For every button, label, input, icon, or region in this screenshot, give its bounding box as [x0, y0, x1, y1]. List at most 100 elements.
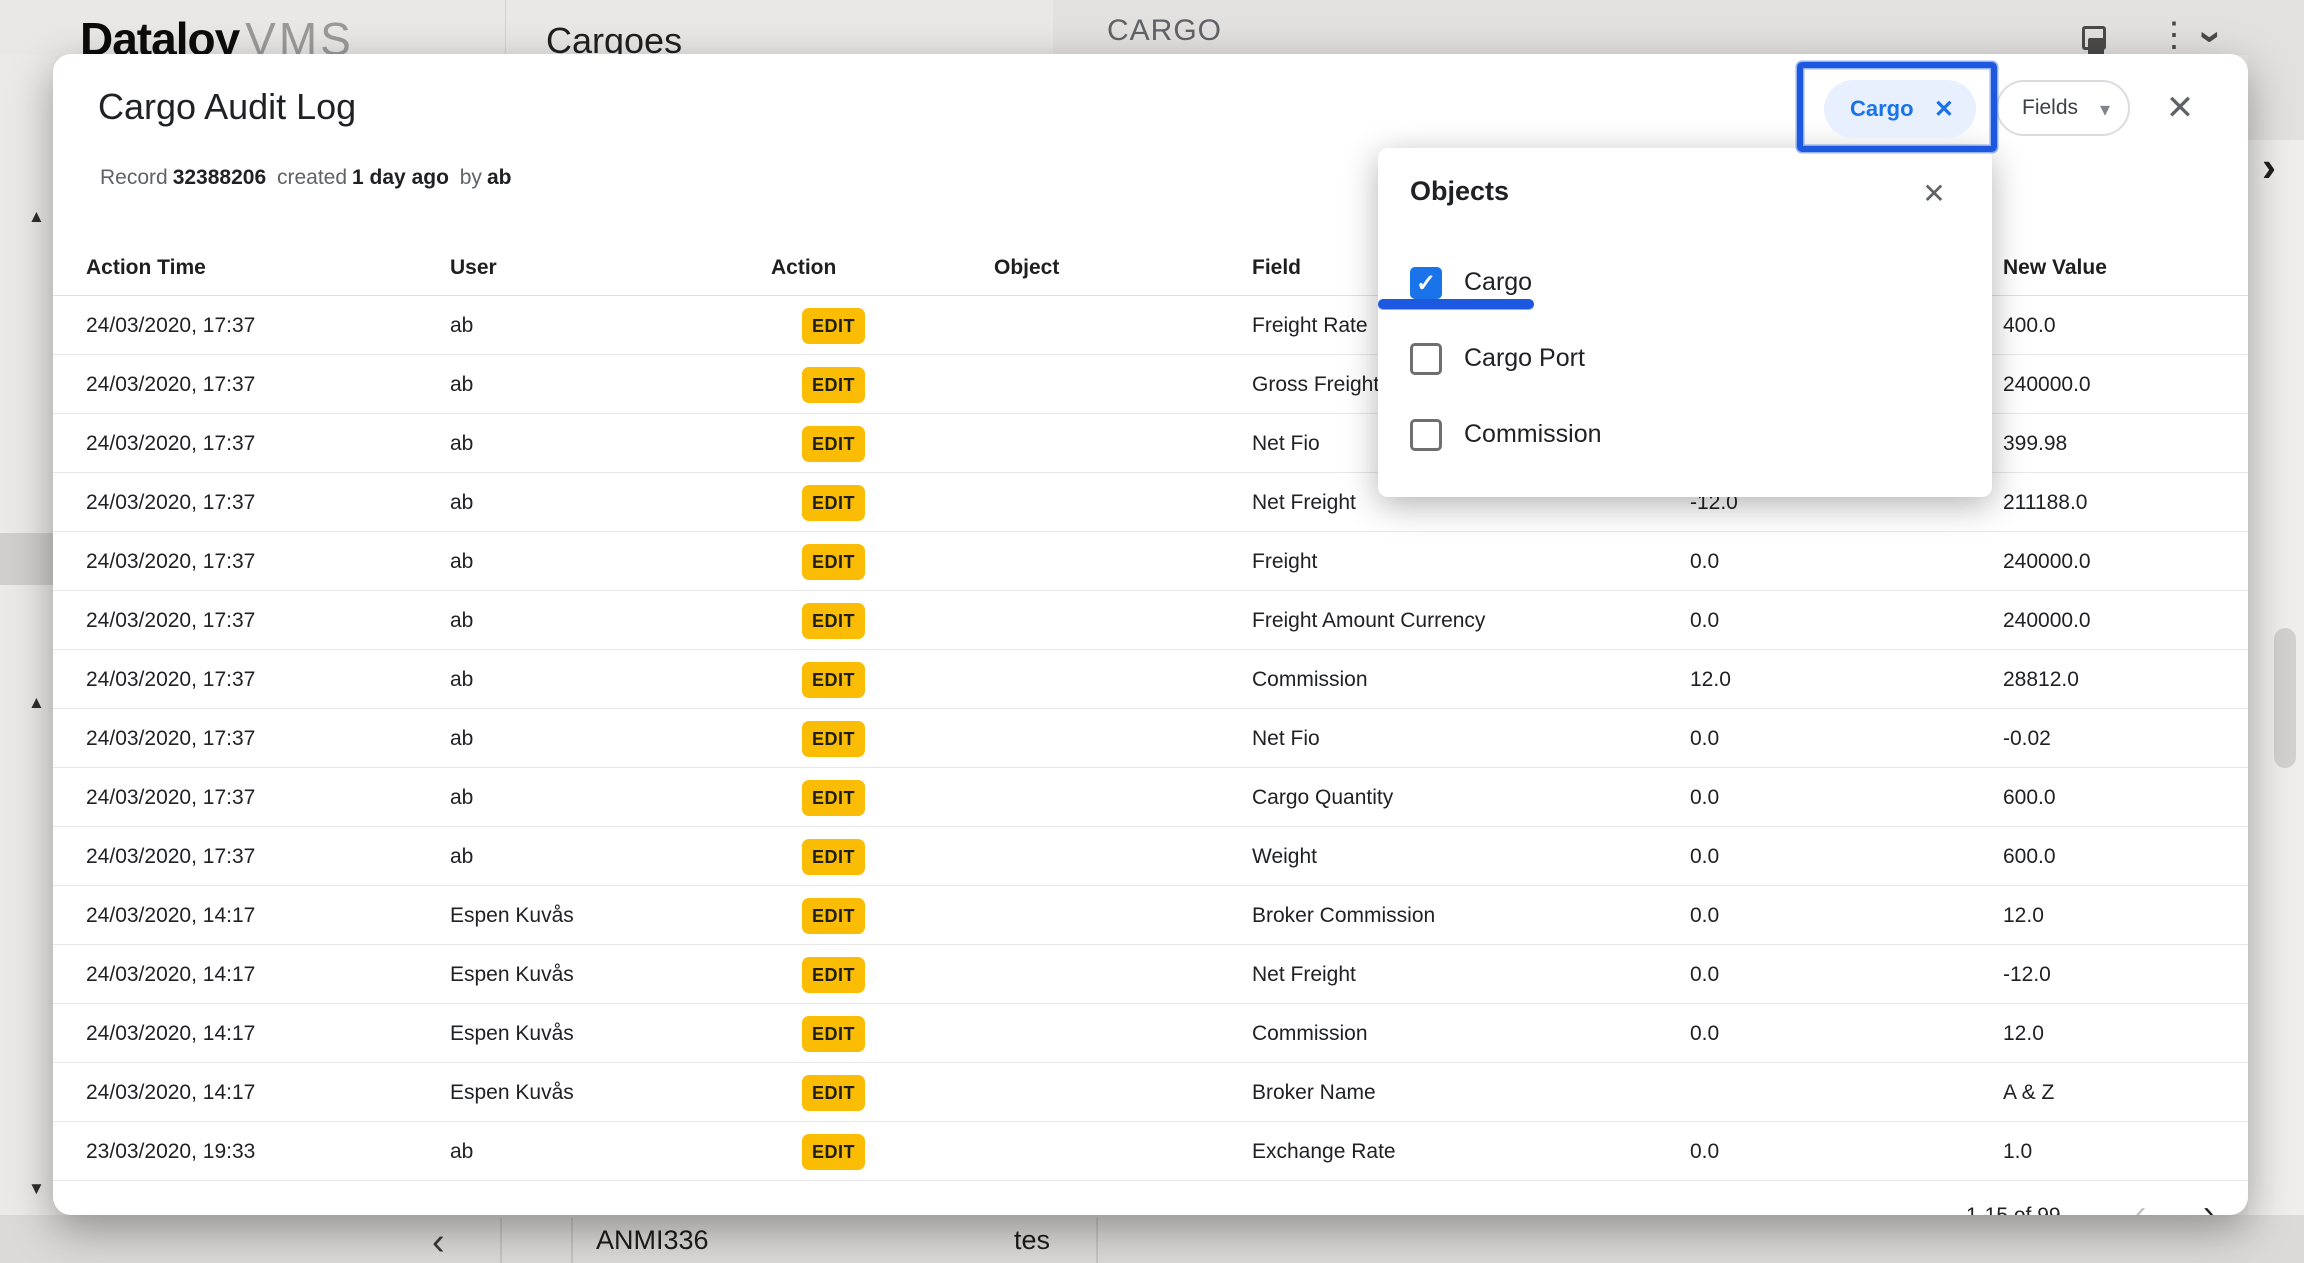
record-label: Record — [100, 166, 168, 189]
cell-action-time: 24/03/2020, 14:17 — [86, 945, 255, 1004]
pagination-prev-icon[interactable]: ‹ — [2135, 1194, 2146, 1215]
cell-user: ab — [450, 709, 473, 768]
left-sidebar: ▲ ▲ ▼ — [0, 55, 55, 1263]
edit-action-badge: EDIT — [802, 957, 865, 993]
table-row[interactable]: 24/03/2020, 14:17 Espen Kuvås EDIT Broke… — [53, 886, 2248, 945]
cell-action-time: 24/03/2020, 17:37 — [86, 650, 255, 709]
checkbox[interactable]: ✓ — [1410, 343, 1442, 375]
fields-dropdown-button[interactable]: Fields ▾ — [1996, 80, 2130, 136]
table-row[interactable]: 24/03/2020, 14:17 Espen Kuvås EDIT Commi… — [53, 1004, 2248, 1063]
edit-action-badge: EDIT — [802, 603, 865, 639]
cell-action: EDIT — [802, 296, 865, 355]
scrollbar-thumb[interactable] — [2274, 628, 2296, 768]
topbar-divider — [505, 0, 506, 55]
background-cell-code: ANMI336 — [596, 1225, 709, 1256]
table-row[interactable]: 24/03/2020, 17:37 ab EDIT Freight 0.0 24… — [53, 532, 2248, 591]
cell-action: EDIT — [802, 945, 865, 1004]
cell-old-value: 12.0 — [1690, 650, 1731, 709]
fields-button-label: Fields — [2022, 96, 2078, 120]
selected-row-band — [0, 533, 55, 585]
edit-action-badge: EDIT — [802, 1075, 865, 1111]
edit-action-badge: EDIT — [802, 485, 865, 521]
by-label: by — [460, 166, 482, 189]
cell-action: EDIT — [802, 827, 865, 886]
chevron-right-icon[interactable]: › — [2262, 143, 2276, 191]
cell-user: ab — [450, 1122, 473, 1181]
cell-new-value: 240000.0 — [2003, 591, 2091, 650]
cell-new-value: 400.0 — [2003, 296, 2056, 355]
cell-old-value: 0.0 — [1690, 1004, 1719, 1063]
chip-label: Cargo — [1850, 96, 1914, 122]
annotation-rectangle: Cargo ✕ — [1797, 62, 1997, 152]
edit-action-badge: EDIT — [802, 898, 865, 934]
record-info-line: Record32388206 created1 day ago byab — [100, 166, 516, 190]
edit-action-badge: EDIT — [802, 780, 865, 816]
scroll-up-icon[interactable]: ▲ — [28, 693, 45, 713]
edit-action-badge: EDIT — [802, 1016, 865, 1052]
more-vert-icon[interactable]: ⋮ — [2157, 18, 2191, 52]
objects-popup: Objects ✕ ✓ Cargo ✓ Cargo Port ✓ Commiss… — [1378, 148, 1992, 497]
objects-popup-close-icon[interactable]: ✕ — [1914, 174, 1954, 214]
table-row[interactable]: 24/03/2020, 17:37 ab EDIT Net Fio 0.0 -0… — [53, 709, 2248, 768]
cell-action: EDIT — [802, 355, 865, 414]
chevron-down-icon[interactable]: › — [2197, 30, 2227, 43]
checkbox[interactable]: ✓ — [1410, 267, 1442, 299]
bottom-background-row: ‹ ANMI336 tes — [0, 1215, 2304, 1263]
cell-field: Weight — [1252, 827, 1317, 886]
table-row[interactable]: 23/03/2020, 19:33 ab EDIT Exchange Rate … — [53, 1122, 2248, 1181]
cell-new-value: 399.98 — [2003, 414, 2067, 473]
table-row[interactable]: 24/03/2020, 14:17 Espen Kuvås EDIT Net F… — [53, 945, 2248, 1004]
cell-user: Espen Kuvås — [450, 1063, 574, 1122]
cell-action-time: 24/03/2020, 17:37 — [86, 532, 255, 591]
chip-close-icon[interactable]: ✕ — [1934, 95, 1954, 124]
edit-action-badge: EDIT — [802, 662, 865, 698]
objects-option[interactable]: ✓ Commission — [1378, 405, 1992, 467]
right-panel-header — [2248, 55, 2304, 140]
cell-user: ab — [450, 768, 473, 827]
cell-action-time: 24/03/2020, 17:37 — [86, 473, 255, 532]
table-row[interactable]: 24/03/2020, 17:37 ab EDIT Freight Amount… — [53, 591, 2248, 650]
cell-action: EDIT — [802, 768, 865, 827]
cell-field: Net Freight — [1252, 473, 1356, 532]
table-row[interactable]: 24/03/2020, 17:37 ab EDIT Weight 0.0 600… — [53, 827, 2248, 886]
cell-new-value: 12.0 — [2003, 886, 2044, 945]
cargo-detail-title: CARGO — [1107, 14, 1222, 48]
cell-old-value: 0.0 — [1690, 945, 1719, 1004]
cell-field: Net Freight — [1252, 945, 1356, 1004]
cell-user: Espen Kuvås — [450, 886, 574, 945]
annotation-underline — [1378, 299, 1534, 309]
scroll-up-icon[interactable]: ▲ — [28, 207, 45, 227]
pagination-next-icon[interactable]: › — [2203, 1194, 2214, 1215]
dialog-close-button[interactable]: ✕ — [2158, 86, 2202, 130]
cell-user: ab — [450, 473, 473, 532]
objects-option-list: ✓ Cargo ✓ Cargo Port ✓ Commission — [1378, 253, 1992, 481]
cell-action: EDIT — [802, 709, 865, 768]
cell-old-value: 0.0 — [1690, 1122, 1719, 1181]
cell-user: ab — [450, 532, 473, 591]
cell-user: ab — [450, 591, 473, 650]
cell-action-time: 24/03/2020, 14:17 — [86, 1004, 255, 1063]
checkbox[interactable]: ✓ — [1410, 419, 1442, 451]
cell-new-value: 28812.0 — [2003, 650, 2079, 709]
app-topbar: DataloyVMS Cargoes CARGO ⋮ › — [0, 0, 2304, 55]
edit-action-badge: EDIT — [802, 426, 865, 462]
cell-field: Net Fio — [1252, 709, 1320, 768]
table-row[interactable]: 24/03/2020, 14:17 Espen Kuvås EDIT Broke… — [53, 1063, 2248, 1122]
table-row[interactable]: 24/03/2020, 17:37 ab EDIT Cargo Quantity… — [53, 768, 2248, 827]
table-row[interactable]: 24/03/2020, 17:37 ab EDIT Commission 12.… — [53, 650, 2248, 709]
chevron-left-icon[interactable]: ‹ — [432, 1221, 445, 1263]
cell-action-time: 24/03/2020, 17:37 — [86, 296, 255, 355]
cell-action: EDIT — [802, 473, 865, 532]
cell-field: Gross Freight — [1252, 355, 1379, 414]
cell-field: Commission — [1252, 650, 1368, 709]
objects-option[interactable]: ✓ Cargo Port — [1378, 329, 1992, 391]
cell-new-value: 240000.0 — [2003, 532, 2091, 591]
edit-action-badge: EDIT — [802, 367, 865, 403]
cell-old-value: 0.0 — [1690, 886, 1719, 945]
cell-action-time: 23/03/2020, 19:33 — [86, 1122, 255, 1181]
screen: DataloyVMS Cargoes CARGO ⋮ › ▲ ▲ ▼ › ‹ A… — [0, 0, 2304, 1263]
cargo-filter-chip[interactable]: Cargo ✕ — [1824, 80, 1976, 138]
cell-new-value: 600.0 — [2003, 768, 2056, 827]
scroll-down-icon[interactable]: ▼ — [28, 1179, 45, 1199]
cell-new-value: 600.0 — [2003, 827, 2056, 886]
